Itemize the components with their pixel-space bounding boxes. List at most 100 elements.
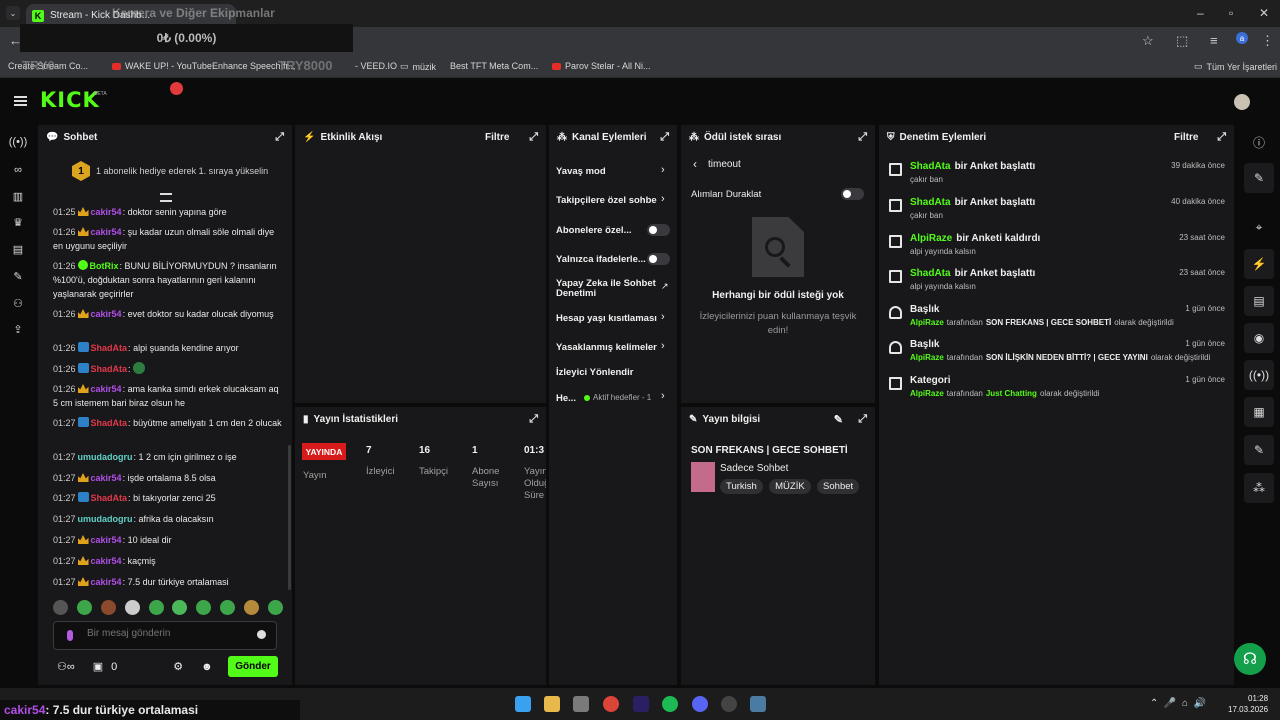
info-icon[interactable]: ⓘ bbox=[1244, 127, 1274, 157]
popout-icon[interactable]: ⤢ bbox=[275, 131, 284, 144]
wrench-icon[interactable]: ✎ bbox=[11, 269, 25, 283]
pinned-toggle-icon[interactable] bbox=[160, 193, 172, 202]
discord-icon[interactable] bbox=[692, 696, 708, 712]
message-username[interactable]: cakir54 bbox=[91, 556, 122, 566]
message-username[interactable]: cakir54 bbox=[91, 577, 122, 587]
nodes-icon[interactable]: ⁂ bbox=[1244, 473, 1274, 503]
trophy-icon[interactable]: ♛ bbox=[11, 215, 25, 229]
message-username[interactable]: ShadAta bbox=[91, 493, 128, 503]
extensions-icon[interactable]: ⬚ bbox=[1176, 33, 1188, 49]
screenshot-icon[interactable]: ⌖ bbox=[1244, 212, 1274, 242]
message-username[interactable]: cakir54 bbox=[91, 535, 122, 545]
message-username[interactable]: cakir54 bbox=[91, 384, 122, 394]
windows-start-icon[interactable] bbox=[515, 696, 531, 712]
support-headset-icon[interactable]: ☊ bbox=[1234, 643, 1266, 675]
mod-badge-icon[interactable]: ☻ bbox=[201, 661, 213, 673]
emote-icon[interactable] bbox=[53, 600, 68, 615]
slow-mode-item[interactable]: Yavaş mod bbox=[556, 166, 606, 177]
chrome-icon[interactable] bbox=[603, 696, 619, 712]
app-icon[interactable] bbox=[750, 696, 766, 712]
emote-icon[interactable] bbox=[148, 600, 164, 615]
minimize-icon[interactable]: – bbox=[1197, 6, 1204, 20]
message-username[interactable]: ShadAta bbox=[91, 343, 128, 353]
chevron-right-icon[interactable]: › bbox=[661, 390, 665, 402]
avatar[interactable] bbox=[1234, 94, 1250, 110]
send-button[interactable]: Gönder bbox=[228, 656, 278, 677]
obs-icon[interactable] bbox=[721, 696, 737, 712]
broadcast-icon[interactable]: ((•)) bbox=[1244, 360, 1274, 390]
ai-moderation-item[interactable]: Yapay Zeka ile Sohbet Denetimi bbox=[556, 279, 660, 299]
reward-back-label[interactable]: timeout bbox=[708, 159, 741, 170]
close-icon[interactable]: ✕ bbox=[1259, 6, 1269, 20]
subscribers-only-toggle[interactable] bbox=[647, 224, 670, 236]
message-username[interactable]: cakir54 bbox=[91, 227, 122, 237]
gift-icon[interactable]: ▣ bbox=[93, 660, 103, 673]
chat-scrollbar[interactable] bbox=[288, 445, 291, 590]
microphone-icon[interactable] bbox=[67, 630, 73, 641]
file-explorer-icon[interactable] bbox=[544, 696, 560, 712]
spotify-icon[interactable] bbox=[662, 696, 678, 712]
popout-icon[interactable]: ⤢ bbox=[858, 413, 867, 426]
message-username[interactable]: cakir54 bbox=[91, 473, 122, 483]
chevron-left-icon[interactable]: ‹ bbox=[693, 157, 697, 171]
store-icon[interactable] bbox=[573, 696, 589, 712]
moderator-name[interactable]: ShadAta bbox=[910, 161, 951, 172]
pause-redemptions-toggle[interactable] bbox=[841, 188, 864, 200]
message-username[interactable]: ShadAta bbox=[91, 364, 128, 374]
settings-gear-icon[interactable]: ⚙ bbox=[173, 660, 183, 673]
bookmark-item[interactable]: - VEED.IO bbox=[355, 61, 397, 71]
banned-words-item[interactable]: Yasaklanmış kelimeler bbox=[556, 342, 657, 353]
goals-item[interactable]: He... bbox=[556, 393, 576, 404]
moderator-name[interactable]: ShadAta bbox=[910, 268, 951, 279]
message-username[interactable]: cakir54 bbox=[91, 309, 122, 319]
moderation-filter-button[interactable]: Filtre bbox=[1174, 132, 1198, 143]
emote-icon[interactable] bbox=[100, 600, 116, 615]
emote-icon[interactable] bbox=[220, 600, 236, 615]
emote-icon[interactable] bbox=[196, 600, 212, 615]
popout-icon[interactable]: ⤢ bbox=[529, 131, 538, 144]
kick-logo[interactable]: KICK bbox=[40, 88, 100, 112]
edit-pencil-icon[interactable]: ✎ bbox=[834, 413, 843, 426]
all-bookmarks[interactable]: ▭ Tüm Yer İşaretleri bbox=[1194, 61, 1277, 72]
popout-icon[interactable]: ⤢ bbox=[858, 131, 867, 144]
users-icon[interactable]: ⚇ bbox=[11, 296, 25, 310]
popout-icon[interactable]: ⤢ bbox=[660, 131, 669, 144]
system-tray[interactable]: ⌃ 🎤 ⌂ 🔊 bbox=[1150, 698, 1206, 709]
moderator-name[interactable]: AlpiRaze bbox=[910, 233, 952, 244]
popout-icon[interactable]: ⤢ bbox=[529, 413, 538, 426]
chat-input[interactable] bbox=[87, 628, 247, 639]
link-icon[interactable]: ∞ bbox=[11, 163, 25, 177]
infinity-points-icon[interactable]: ⚇∞ bbox=[57, 660, 75, 673]
moderator-name[interactable]: ShadAta bbox=[910, 197, 951, 208]
external-link-icon[interactable]: ↗ bbox=[661, 281, 669, 292]
bookmark-folder[interactable]: ▭ müzik bbox=[400, 61, 436, 72]
menu-kebab-icon[interactable]: ⋮ bbox=[1261, 33, 1274, 49]
message-username[interactable]: cakir54 bbox=[91, 207, 122, 217]
live-broadcast-icon[interactable]: ((•)) bbox=[9, 135, 28, 149]
sub-gift-prompt[interactable]: 1 1 abonelik hediye ederek 1. sıraya yük… bbox=[72, 161, 268, 181]
activity-filter-button[interactable]: Filtre bbox=[485, 132, 509, 143]
edit-icon[interactable]: ✎ bbox=[1244, 163, 1274, 193]
hamburger-menu-icon[interactable] bbox=[14, 96, 27, 106]
clock[interactable]: 01:28 17.03.2026 bbox=[1228, 693, 1268, 715]
chevron-right-icon[interactable]: › bbox=[661, 193, 665, 205]
followers-only-item[interactable]: Takipçilere özel sohbe bbox=[556, 195, 660, 206]
account-age-item[interactable]: Hesap yaşı kısıtlaması bbox=[556, 313, 657, 324]
bookmark-item[interactable]: Best TFT Meta Com... bbox=[450, 61, 538, 71]
message-username[interactable]: umudadogru bbox=[78, 452, 133, 462]
chat-bubble-icon[interactable]: ◉ bbox=[1244, 323, 1274, 353]
emote-icon[interactable] bbox=[244, 600, 259, 615]
media-icon[interactable]: ≡ bbox=[1210, 33, 1218, 48]
tab-search-icon[interactable]: ⌄ bbox=[6, 6, 20, 20]
emote-icon[interactable] bbox=[76, 600, 92, 615]
stats-icon[interactable]: ▦ bbox=[1244, 397, 1274, 427]
message-username[interactable]: BotRix bbox=[90, 261, 119, 271]
maximize-icon[interactable]: ▫ bbox=[1229, 6, 1233, 20]
emoji-picker-icon[interactable] bbox=[257, 630, 266, 639]
activity-bolt-icon[interactable]: ⚡ bbox=[1244, 249, 1274, 279]
popout-icon[interactable]: ⤢ bbox=[1217, 131, 1226, 144]
emote-icon[interactable] bbox=[124, 600, 140, 615]
profile-avatar[interactable]: a bbox=[1236, 32, 1248, 44]
premiere-icon[interactable] bbox=[633, 696, 649, 712]
chevron-right-icon[interactable]: › bbox=[661, 164, 665, 176]
